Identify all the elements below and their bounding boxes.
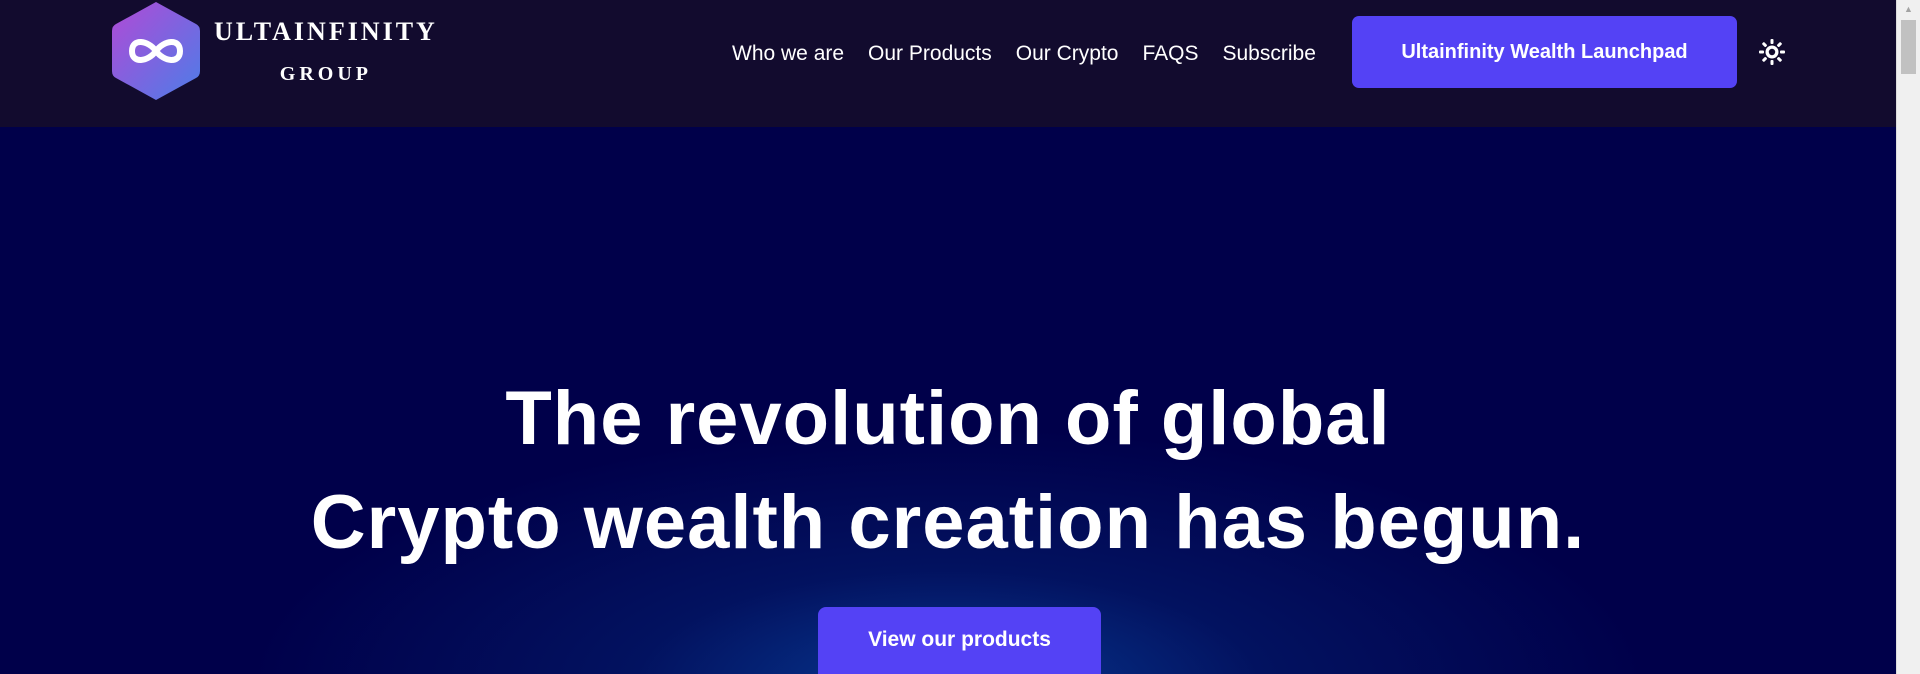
- vertical-scrollbar[interactable]: ▲: [1896, 0, 1920, 674]
- sun-icon[interactable]: [1758, 38, 1786, 66]
- site-header: ULTAINFINITY GROUP Who we are Our Produc…: [0, 0, 1896, 127]
- hero-title-line-1: The revolution of global: [505, 376, 1391, 461]
- brand-name: ULTAINFINITY: [214, 17, 438, 46]
- nav-link-our-products[interactable]: Our Products: [868, 41, 992, 67]
- nav-link-our-crypto[interactable]: Our Crypto: [1016, 41, 1119, 67]
- scroll-up-arrow-icon[interactable]: ▲: [1897, 0, 1920, 18]
- view-products-button[interactable]: View our products: [818, 607, 1101, 674]
- brand-wordmark: ULTAINFINITY GROUP: [214, 17, 438, 85]
- infinity-logo-icon: [112, 2, 200, 100]
- wealth-launchpad-button[interactable]: Ultainfinity Wealth Launchpad: [1352, 16, 1737, 88]
- hero-section: The revolution of global Crypto wealth c…: [0, 127, 1896, 674]
- hero-title-line-2: Crypto wealth creation has begun.: [310, 480, 1586, 565]
- nav-link-faqs[interactable]: FAQS: [1142, 41, 1198, 67]
- brand-logo[interactable]: ULTAINFINITY GROUP: [108, 0, 438, 102]
- hero-title: The revolution of global Crypto wealth c…: [0, 367, 1896, 575]
- brand-subname: GROUP: [279, 63, 373, 85]
- nav-link-who-we-are[interactable]: Who we are: [732, 41, 844, 67]
- page: ULTAINFINITY GROUP Who we are Our Produc…: [0, 0, 1920, 674]
- nav-link-subscribe[interactable]: Subscribe: [1223, 41, 1316, 67]
- main-nav: Who we are Our Products Our Crypto FAQS …: [732, 41, 1316, 67]
- scrollbar-thumb[interactable]: [1901, 20, 1916, 74]
